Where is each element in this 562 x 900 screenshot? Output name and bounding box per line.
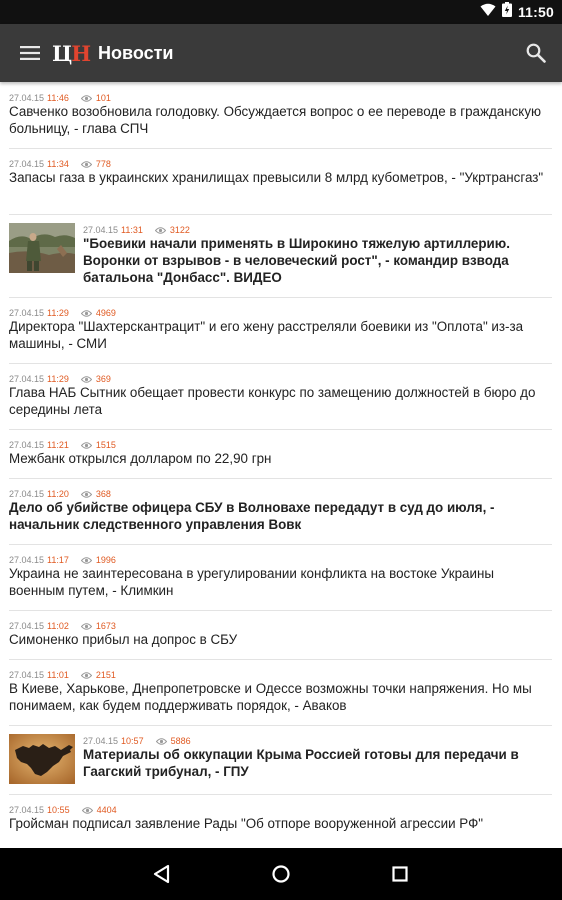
status-time: 11:50 bbox=[517, 4, 554, 20]
news-time: 11:21 bbox=[47, 440, 69, 450]
news-date: 27.04.15 bbox=[9, 374, 45, 384]
news-item[interactable]: 27.04.15 11:02 1673 Симоненко прибыл на … bbox=[9, 610, 552, 660]
logo-letter-n: Н bbox=[71, 40, 91, 66]
eye-icon bbox=[80, 94, 92, 102]
news-item[interactable]: 27.04.15 10:55 4404 Гройсман подписал за… bbox=[9, 794, 552, 848]
news-item[interactable]: 27.04.15 11:29 369 Глава НАБ Сытник обещ… bbox=[9, 363, 552, 430]
news-views: 368 bbox=[95, 489, 111, 499]
news-date: 27.04.15 bbox=[9, 670, 45, 680]
home-circle-icon[interactable] bbox=[261, 858, 301, 890]
search-icon[interactable] bbox=[520, 38, 552, 68]
news-item[interactable]: 27.04.15 10:57 5886 Материалы об оккупац… bbox=[9, 725, 552, 795]
page-title: Новости bbox=[98, 42, 174, 63]
news-headline[interactable]: "Боевики начали применять в Широкино тяж… bbox=[83, 235, 552, 286]
news-item[interactable]: 27.04.15 11:01 2151 В Киеве, Харькове, Д… bbox=[9, 659, 552, 726]
news-views: 369 bbox=[95, 374, 111, 384]
news-views: 4404 bbox=[96, 805, 117, 815]
news-date: 27.04.15 bbox=[9, 308, 45, 318]
logo-letter-c: Ц bbox=[52, 40, 72, 66]
news-views: 5886 bbox=[170, 736, 191, 746]
news-views: 3122 bbox=[169, 225, 190, 235]
news-headline[interactable]: Межбанк открылся долларом по 22,90 грн bbox=[9, 450, 552, 467]
news-headline[interactable]: Дело об убийстве офицера СБУ в Волновахе… bbox=[9, 499, 552, 533]
news-views: 1515 bbox=[95, 440, 116, 450]
news-item[interactable]: 27.04.15 11:29 4969 Директора "Шахтерска… bbox=[9, 297, 552, 364]
back-triangle-icon[interactable] bbox=[142, 858, 182, 890]
system-nav-bar bbox=[0, 848, 562, 900]
eye-icon bbox=[80, 441, 92, 449]
eye-icon bbox=[80, 671, 92, 679]
news-time: 11:34 bbox=[47, 159, 69, 169]
news-headline[interactable]: Директора "Шахтерскантрацит" и его жену … bbox=[9, 318, 552, 352]
eye-icon bbox=[80, 490, 92, 498]
eye-icon bbox=[80, 160, 92, 168]
news-time: 11:29 bbox=[47, 308, 69, 318]
eye-icon bbox=[155, 737, 167, 745]
news-item[interactable]: 27.04.15 11:31 3122 "Боевики начали прим… bbox=[9, 214, 552, 298]
news-thumbnail-crimea-map[interactable] bbox=[9, 734, 75, 784]
news-item[interactable]: 27.04.15 11:46 101 Савченко возобновила … bbox=[9, 82, 552, 149]
status-bar: 11:50 bbox=[0, 0, 562, 24]
news-time: 11:01 bbox=[47, 670, 69, 680]
news-time: 11:20 bbox=[47, 489, 69, 499]
battery-icon bbox=[501, 2, 512, 22]
news-views: 778 bbox=[95, 159, 111, 169]
news-headline[interactable]: Симоненко прибыл на допрос в СБУ bbox=[9, 631, 552, 648]
news-views: 4969 bbox=[95, 308, 116, 318]
news-list[interactable]: 27.04.15 11:46 101 Савченко возобновила … bbox=[0, 82, 562, 848]
news-time: 11:17 bbox=[47, 555, 69, 565]
news-date: 27.04.15 bbox=[83, 225, 119, 235]
news-date: 27.04.15 bbox=[9, 440, 45, 450]
news-time: 11:29 bbox=[47, 374, 69, 384]
news-item[interactable]: 27.04.15 11:34 778 Запасы газа в украинс… bbox=[9, 148, 552, 215]
news-date: 27.04.15 bbox=[9, 555, 45, 565]
news-headline[interactable]: Материалы об оккупации Крыма Россией гот… bbox=[83, 746, 552, 780]
eye-icon bbox=[80, 375, 92, 383]
status-icons: 11:50 bbox=[480, 0, 554, 24]
app-logo: ЦН bbox=[52, 38, 91, 68]
news-date: 27.04.15 bbox=[9, 159, 45, 169]
news-item[interactable]: 27.04.15 11:20 368 Дело об убийстве офиц… bbox=[9, 478, 552, 545]
news-headline[interactable]: Запасы газа в украинских хранилищах прев… bbox=[9, 169, 552, 186]
news-date: 27.04.15 bbox=[9, 621, 45, 631]
news-thumbnail-soldier[interactable] bbox=[9, 223, 75, 273]
eye-icon bbox=[80, 622, 92, 630]
news-time: 10:57 bbox=[121, 736, 144, 746]
news-views: 101 bbox=[95, 93, 111, 103]
news-headline[interactable]: Глава НАБ Сытник обещает провести конкур… bbox=[9, 384, 552, 418]
news-time: 11:31 bbox=[121, 225, 143, 235]
app-toolbar: ЦН Новости bbox=[0, 24, 562, 82]
news-headline[interactable]: Савченко возобновила голодовку. Обсуждае… bbox=[9, 103, 552, 137]
news-time: 11:46 bbox=[47, 93, 69, 103]
news-time: 11:02 bbox=[47, 621, 69, 631]
news-views: 1996 bbox=[95, 555, 116, 565]
hamburger-menu-icon[interactable] bbox=[14, 38, 46, 68]
news-date: 27.04.15 bbox=[83, 736, 119, 746]
news-item[interactable]: 27.04.15 11:21 1515 Межбанк открылся дол… bbox=[9, 429, 552, 479]
news-date: 27.04.15 bbox=[9, 489, 45, 499]
news-headline[interactable]: Украина не заинтересована в урегулирован… bbox=[9, 565, 552, 599]
eye-icon bbox=[80, 556, 92, 564]
news-views: 1673 bbox=[95, 621, 116, 631]
eye-icon bbox=[80, 309, 92, 317]
wifi-icon bbox=[480, 3, 496, 22]
news-views: 2151 bbox=[95, 670, 116, 680]
news-item[interactable]: 27.04.15 11:17 1996 Украина не заинтерес… bbox=[9, 544, 552, 611]
news-date: 27.04.15 bbox=[9, 93, 45, 103]
news-date: 27.04.15 bbox=[9, 805, 45, 815]
news-headline[interactable]: Гройсман подписал заявление Рады "Об отп… bbox=[9, 815, 552, 832]
news-headline[interactable]: В Киеве, Харькове, Днепропетровске и Оде… bbox=[9, 680, 552, 714]
eye-icon bbox=[81, 806, 93, 814]
eye-icon bbox=[154, 226, 166, 234]
recents-square-icon[interactable] bbox=[380, 858, 420, 890]
news-time: 10:55 bbox=[47, 805, 70, 815]
